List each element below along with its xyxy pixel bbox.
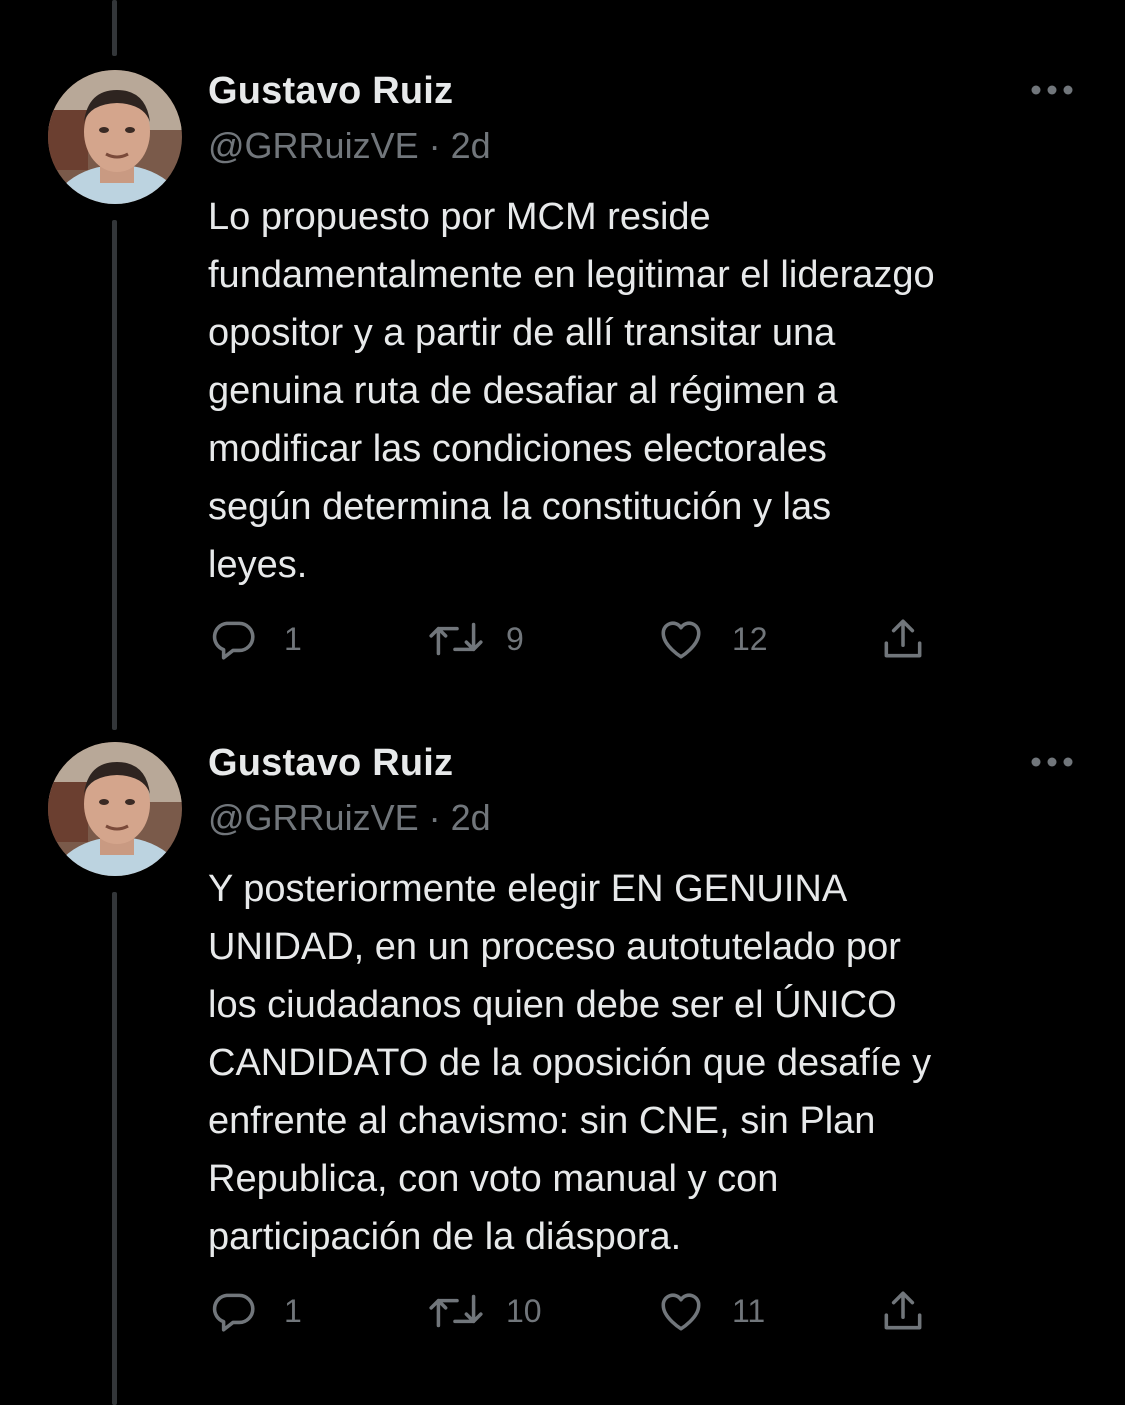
reply-icon — [212, 1293, 255, 1332]
tweet-text: Y posteriormente elegir EN GENUINA UNIDA… — [208, 868, 932, 1258]
avatar[interactable] — [48, 742, 182, 876]
share-icon — [884, 1291, 922, 1330]
tweet[interactable]: Gustavo Ruiz @GRRuizVE · 2d Y posteriorm… — [0, 0, 1125, 1405]
reply-count: 1 — [284, 1292, 302, 1329]
reply-button[interactable]: 1 — [208, 1286, 302, 1336]
retweet-button[interactable]: 10 — [426, 1286, 542, 1336]
retweet-icon — [429, 1294, 483, 1328]
tweet-actions: 1 10 11 — [208, 1286, 948, 1336]
like-button[interactable]: 11 — [656, 1286, 765, 1336]
author-name[interactable]: Gustavo Ruiz — [208, 742, 453, 785]
like-icon — [661, 1293, 701, 1331]
like-count: 11 — [732, 1292, 766, 1329]
retweet-count: 10 — [506, 1292, 542, 1329]
share-button[interactable] — [878, 1286, 928, 1336]
more-icon[interactable] — [1028, 752, 1076, 772]
author-handle-timestamp[interactable]: @GRRuizVE · 2d — [208, 797, 491, 839]
